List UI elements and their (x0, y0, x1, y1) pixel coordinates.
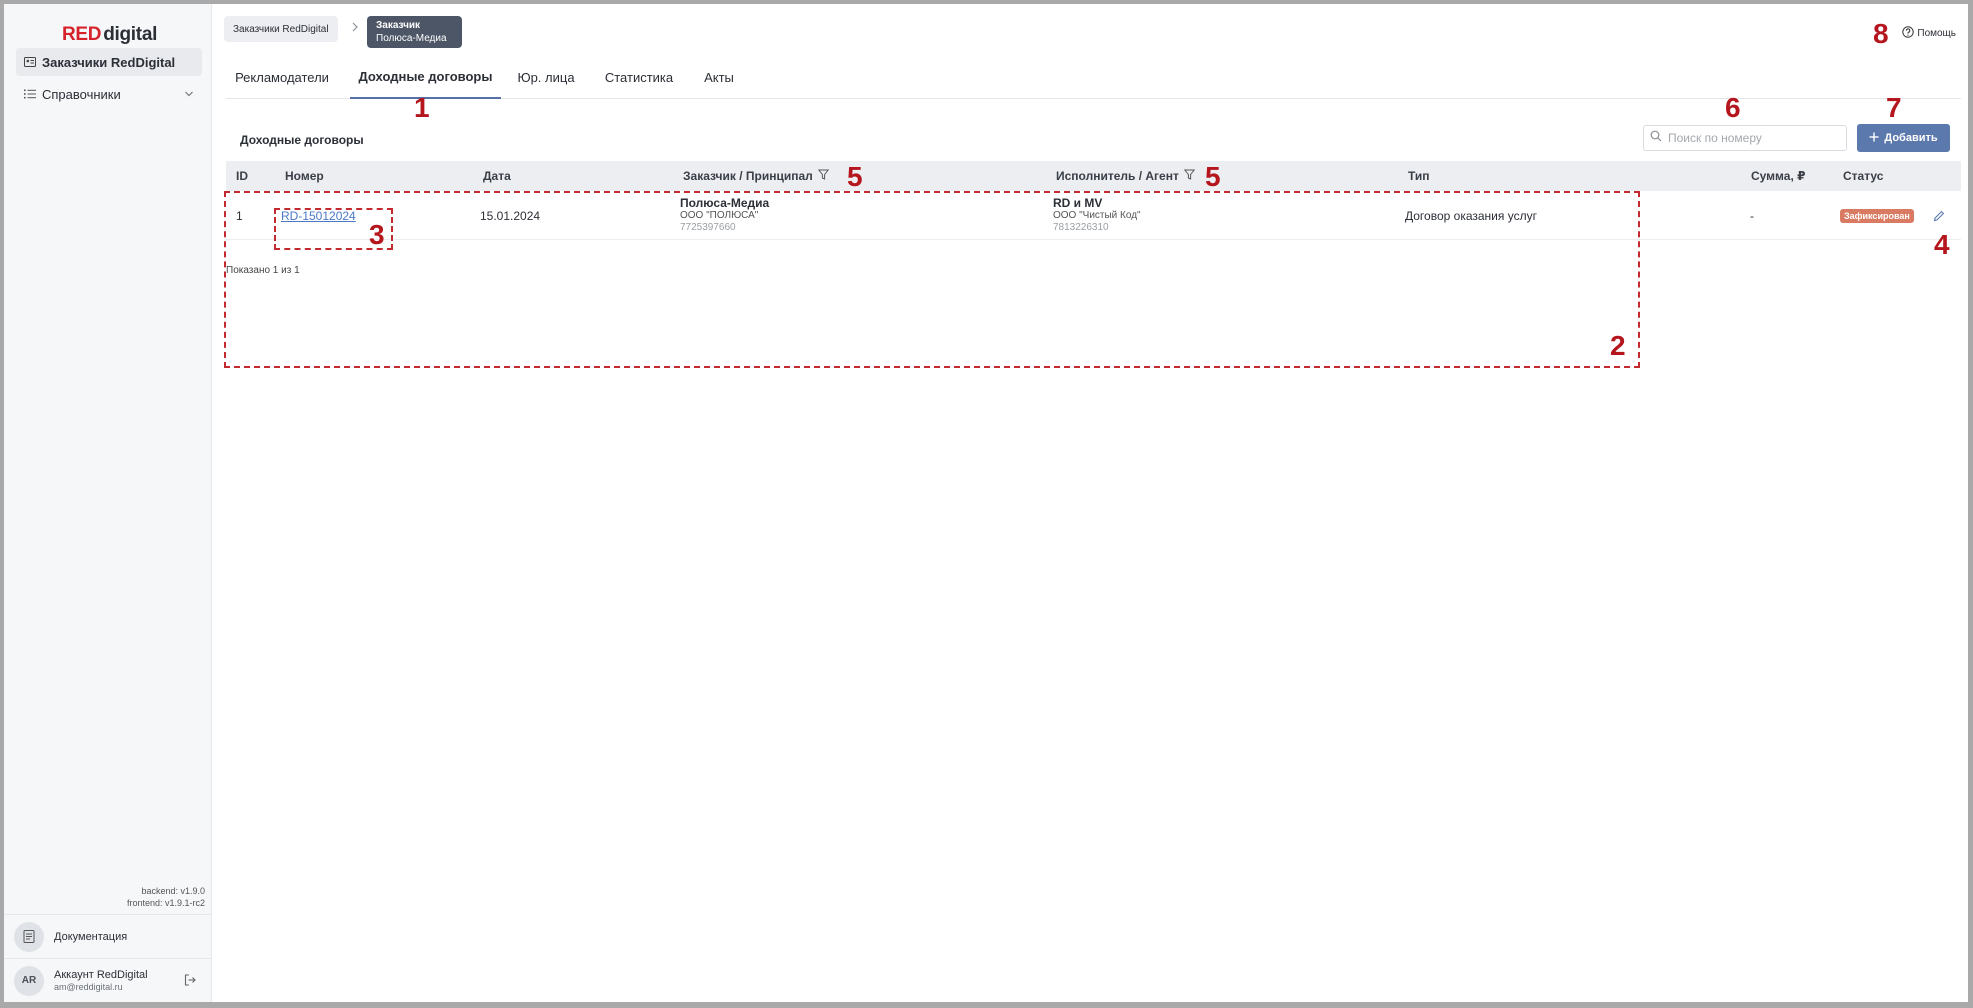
breadcrumb-current-title: Заказчик (376, 20, 421, 31)
annotation-marker: 6 (1725, 92, 1741, 123)
logo-text: digital (103, 24, 158, 45)
card-title: Доходные договоры (240, 133, 364, 147)
column-agent: Исполнитель / Агент (1056, 161, 1196, 191)
documentation-link[interactable]: Документация (4, 914, 212, 958)
column-id: ID (236, 169, 248, 183)
table-header: ID Номер Дата Заказчик / Принципал Испол… (226, 161, 1961, 191)
column-type: Тип (1408, 169, 1430, 183)
sidebar-item-customers[interactable]: Заказчики RedDigital (16, 48, 202, 76)
list-icon (24, 89, 42, 99)
breadcrumb-current-sub: Полюса-Медиа (376, 33, 447, 44)
tab-bar: Рекламодатели Доходные договоры Юр. лица… (226, 56, 1961, 99)
column-number: Номер (285, 169, 324, 183)
column-status: Статус (1843, 169, 1884, 183)
version-info: backend: v1.9.0 frontend: v1.9.1-rc2 (127, 885, 205, 909)
sidebar-item-references[interactable]: Справочники (16, 80, 202, 108)
annotation-marker: 4 (1934, 229, 1950, 260)
add-button-label: Добавить (1884, 132, 1938, 144)
avatar: AR (14, 965, 44, 996)
account-name: Аккаунт RedDigital (54, 968, 148, 981)
search-input[interactable] (1668, 131, 1838, 145)
account-panel[interactable]: AR Аккаунт RedDigital am@reddigital.ru (4, 958, 212, 1002)
help-icon (1902, 26, 1915, 41)
annotation-marker: 5 (847, 161, 863, 192)
account-info: Аккаунт RedDigital am@reddigital.ru (54, 969, 148, 993)
logo-red: RED (62, 24, 102, 45)
annotation-marker: 2 (1610, 330, 1626, 361)
column-sum: Сумма, ₽ (1751, 169, 1806, 183)
search-box[interactable] (1643, 125, 1847, 151)
tab-advertisers[interactable]: Рекламодатели (226, 56, 338, 99)
app-window: RED digital Заказчики RedDigital Справочн… (4, 4, 1968, 1002)
help-button[interactable]: Помощь (1902, 26, 1956, 41)
chevron-right-icon (351, 22, 359, 35)
filter-icon[interactable] (817, 169, 830, 183)
tab-acts[interactable]: Акты (696, 56, 742, 99)
annotation-marker: 3 (369, 219, 385, 250)
status-badge: Зафиксирован (1840, 208, 1914, 223)
help-label: Помощь (1917, 28, 1956, 39)
column-date: Дата (483, 169, 511, 183)
chevron-down-icon[interactable] (184, 87, 194, 102)
annotation-marker: 8 (1873, 18, 1889, 49)
breadcrumb-current[interactable]: Заказчик Полюса-Медиа (367, 16, 462, 48)
filter-icon[interactable] (1183, 169, 1196, 183)
documentation-label: Документация (54, 930, 128, 943)
annotation-marker: 7 (1886, 92, 1902, 123)
column-customer-label: Заказчик / Принципал (683, 169, 813, 183)
sidebar-item-label: Справочники (42, 86, 121, 102)
backend-version: backend: v1.9.0 (141, 886, 205, 896)
tab-statistics[interactable]: Статистика (591, 56, 687, 99)
document-icon (14, 921, 44, 952)
search-icon (1650, 129, 1662, 147)
frontend-version: frontend: v1.9.1-rc2 (126, 898, 205, 908)
logout-icon[interactable] (184, 973, 196, 991)
annotation-box-table (224, 191, 1640, 368)
sidebar-item-label: Заказчики RedDigital (42, 54, 176, 70)
annotation-marker: 1 (414, 92, 430, 123)
add-button[interactable]: Добавить (1857, 124, 1950, 152)
sidebar: RED digital Заказчики RedDigital Справочн… (4, 4, 212, 1002)
annotation-marker: 5 (1205, 161, 1221, 192)
cell-sum: - (1750, 208, 1754, 223)
tab-legal-entities[interactable]: Юр. лица (509, 56, 583, 99)
breadcrumb-customers[interactable]: Заказчики RedDigital (224, 16, 338, 42)
cell-status: Зафиксирован (1840, 191, 1914, 240)
account-email: am@reddigital.ru (54, 981, 123, 992)
column-customer: Заказчик / Принципал (683, 161, 830, 191)
plus-icon (1869, 132, 1879, 145)
column-agent-label: Исполнитель / Агент (1056, 169, 1179, 183)
logo[interactable]: RED digital (62, 24, 157, 46)
id-card-icon (24, 57, 42, 67)
